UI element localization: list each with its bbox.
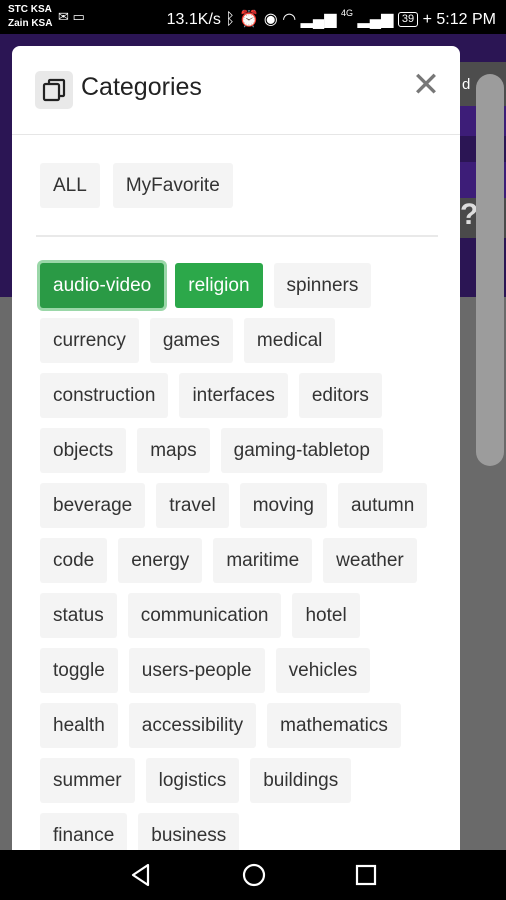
battery-icon: 39 bbox=[397, 12, 419, 27]
eye-icon: ◉ bbox=[263, 11, 278, 28]
alarm-icon: ⏰ bbox=[239, 11, 260, 28]
tag-editors[interactable]: editors bbox=[298, 373, 382, 418]
scrollbar[interactable] bbox=[476, 74, 504, 466]
tag-code[interactable]: code bbox=[40, 538, 108, 583]
tag-audio-video[interactable]: audio-video bbox=[40, 263, 165, 308]
categories-modal: Categories ✕ ALL MyFavorite audio-video re… bbox=[12, 46, 460, 866]
bluetooth-icon: ᛒ bbox=[225, 11, 235, 28]
tag-vehicles[interactable]: vehicles bbox=[275, 648, 371, 693]
tag-list: audio-video religion spinners currency games… bbox=[40, 263, 440, 858]
tag-communication[interactable]: communication bbox=[127, 593, 282, 638]
mail-icon: ✉ bbox=[58, 9, 69, 24]
home-icon[interactable] bbox=[239, 860, 269, 890]
tag-autumn[interactable]: autumn bbox=[337, 483, 428, 528]
signal-icon-2: ▂▄▆ bbox=[357, 11, 394, 28]
tag-mathematics[interactable]: mathematics bbox=[267, 703, 401, 748]
tag-accessibility[interactable]: accessibility bbox=[128, 703, 257, 748]
tag-status[interactable]: status bbox=[40, 593, 117, 638]
net-speed: 13.1K/s bbox=[166, 11, 221, 28]
tag-religion[interactable]: religion bbox=[175, 263, 263, 308]
tag-construction[interactable]: construction bbox=[40, 373, 169, 418]
tag-gaming-tabletop[interactable]: gaming-tabletop bbox=[220, 428, 383, 473]
tag-weather[interactable]: weather bbox=[323, 538, 417, 583]
modal-header: Categories ✕ bbox=[12, 46, 460, 135]
signal-icon: ▂▄▆ bbox=[300, 11, 337, 28]
tag-games[interactable]: games bbox=[149, 318, 233, 363]
navigation-bar bbox=[0, 850, 506, 900]
status-bar: STC KSA Zain KSA ✉ ▭ 13.1K/s ᛒ ⏰ ◉ ◠ ▂▄▆… bbox=[0, 0, 506, 34]
tag-maritime[interactable]: maritime bbox=[213, 538, 313, 583]
status-right: 13.1K/s ᛒ ⏰ ◉ ◠ ▂▄▆ 4G ▂▄▆ 39 + 5:12 PM bbox=[167, 8, 496, 29]
charging-icon: + bbox=[422, 11, 432, 28]
clock: 5:12 PM bbox=[436, 11, 496, 28]
filter-row: ALL MyFavorite bbox=[40, 163, 246, 208]
categories-icon bbox=[35, 71, 73, 109]
tag-users-people[interactable]: users-people bbox=[128, 648, 265, 693]
tag-travel[interactable]: travel bbox=[156, 483, 229, 528]
back-icon[interactable] bbox=[126, 860, 156, 890]
notification-icons: ✉ ▭ bbox=[58, 9, 85, 25]
tag-energy[interactable]: energy bbox=[118, 538, 203, 583]
tag-spinners[interactable]: spinners bbox=[273, 263, 372, 308]
tag-objects[interactable]: objects bbox=[40, 428, 127, 473]
tag-summer[interactable]: summer bbox=[40, 758, 135, 803]
close-icon[interactable]: ✕ bbox=[410, 68, 442, 102]
tag-maps[interactable]: maps bbox=[137, 428, 210, 473]
signal-label: 4G bbox=[341, 8, 354, 18]
tag-interfaces[interactable]: interfaces bbox=[179, 373, 288, 418]
recents-icon[interactable] bbox=[351, 860, 381, 890]
filter-myfavorite[interactable]: MyFavorite bbox=[112, 163, 233, 208]
tag-hotel[interactable]: hotel bbox=[292, 593, 360, 638]
modal-title: Categories bbox=[81, 73, 202, 101]
carrier-1: STC KSA bbox=[8, 4, 52, 15]
tag-buildings[interactable]: buildings bbox=[250, 758, 352, 803]
carrier-2: Zain KSA bbox=[8, 18, 53, 29]
wifi-icon: ◠ bbox=[282, 11, 297, 28]
tag-beverage[interactable]: beverage bbox=[40, 483, 146, 528]
tag-logistics[interactable]: logistics bbox=[145, 758, 240, 803]
chat-icon: ▭ bbox=[72, 9, 85, 24]
divider bbox=[36, 235, 438, 237]
carrier-names: STC KSA Zain KSA bbox=[8, 3, 52, 31]
filter-all[interactable]: ALL bbox=[40, 163, 100, 208]
tag-toggle[interactable]: toggle bbox=[40, 648, 118, 693]
tag-medical[interactable]: medical bbox=[243, 318, 336, 363]
tag-currency[interactable]: currency bbox=[40, 318, 139, 363]
tag-moving[interactable]: moving bbox=[239, 483, 327, 528]
tag-health[interactable]: health bbox=[40, 703, 118, 748]
